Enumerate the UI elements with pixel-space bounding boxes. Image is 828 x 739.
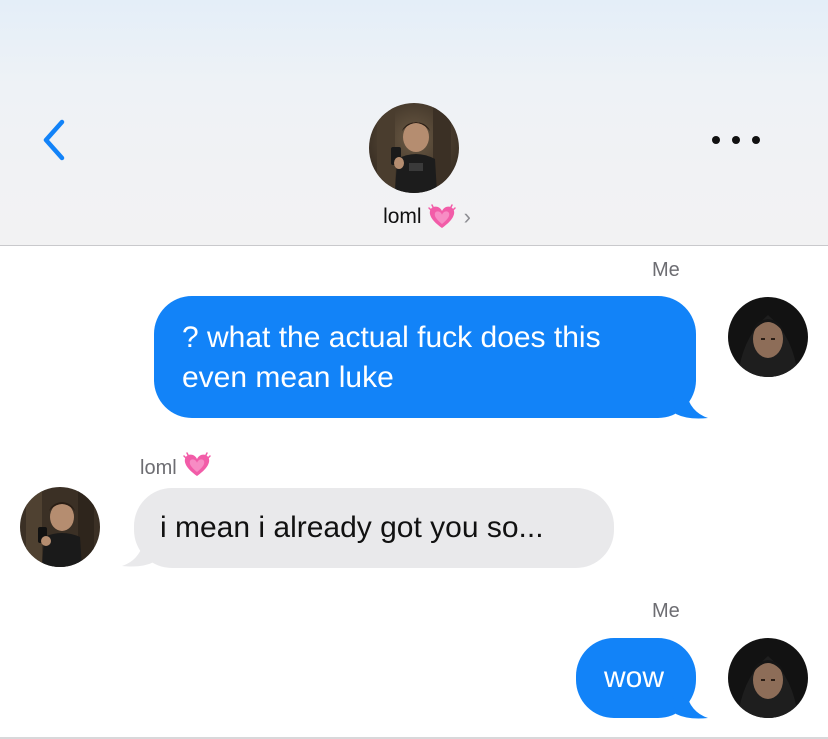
message-bubble-outgoing[interactable]: ? what the actual fuck does this even me… — [154, 296, 696, 418]
back-button[interactable] — [38, 118, 72, 162]
message-bubble-incoming[interactable]: i mean i already got you so... — [134, 488, 614, 568]
message-text-line: even mean luke — [182, 361, 394, 394]
contact-name: loml — [383, 205, 422, 228]
contact-avatar[interactable] — [369, 103, 459, 193]
messages-screen: loml › Me ? what the actual fuck does th… — [0, 0, 828, 739]
sender-label: loml — [140, 456, 177, 479]
my-avatar[interactable] — [728, 297, 808, 377]
message-text: i mean i already got you so... — [160, 511, 544, 544]
more-options-button[interactable] — [712, 130, 760, 150]
more-dots-icon — [732, 136, 740, 144]
contact-avatar-small[interactable] — [20, 487, 100, 567]
heart-icon — [182, 451, 211, 485]
heart-icon — [427, 203, 456, 231]
contact-details-link[interactable]: loml › — [0, 200, 828, 234]
sender-label-row: loml — [140, 451, 211, 485]
chevron-right-icon: › — [463, 204, 471, 229]
message-text-line: ? what the actual fuck does this — [182, 321, 601, 354]
more-dots-icon — [752, 136, 760, 144]
chevron-left-icon — [43, 119, 65, 161]
my-avatar[interactable] — [728, 638, 808, 718]
bubble-tail — [672, 392, 708, 419]
bubble-tail — [672, 692, 708, 719]
conversation-header: loml › — [0, 0, 828, 246]
more-dots-icon — [712, 136, 720, 144]
sender-label: Me — [652, 600, 680, 622]
sender-label: Me — [652, 259, 680, 281]
